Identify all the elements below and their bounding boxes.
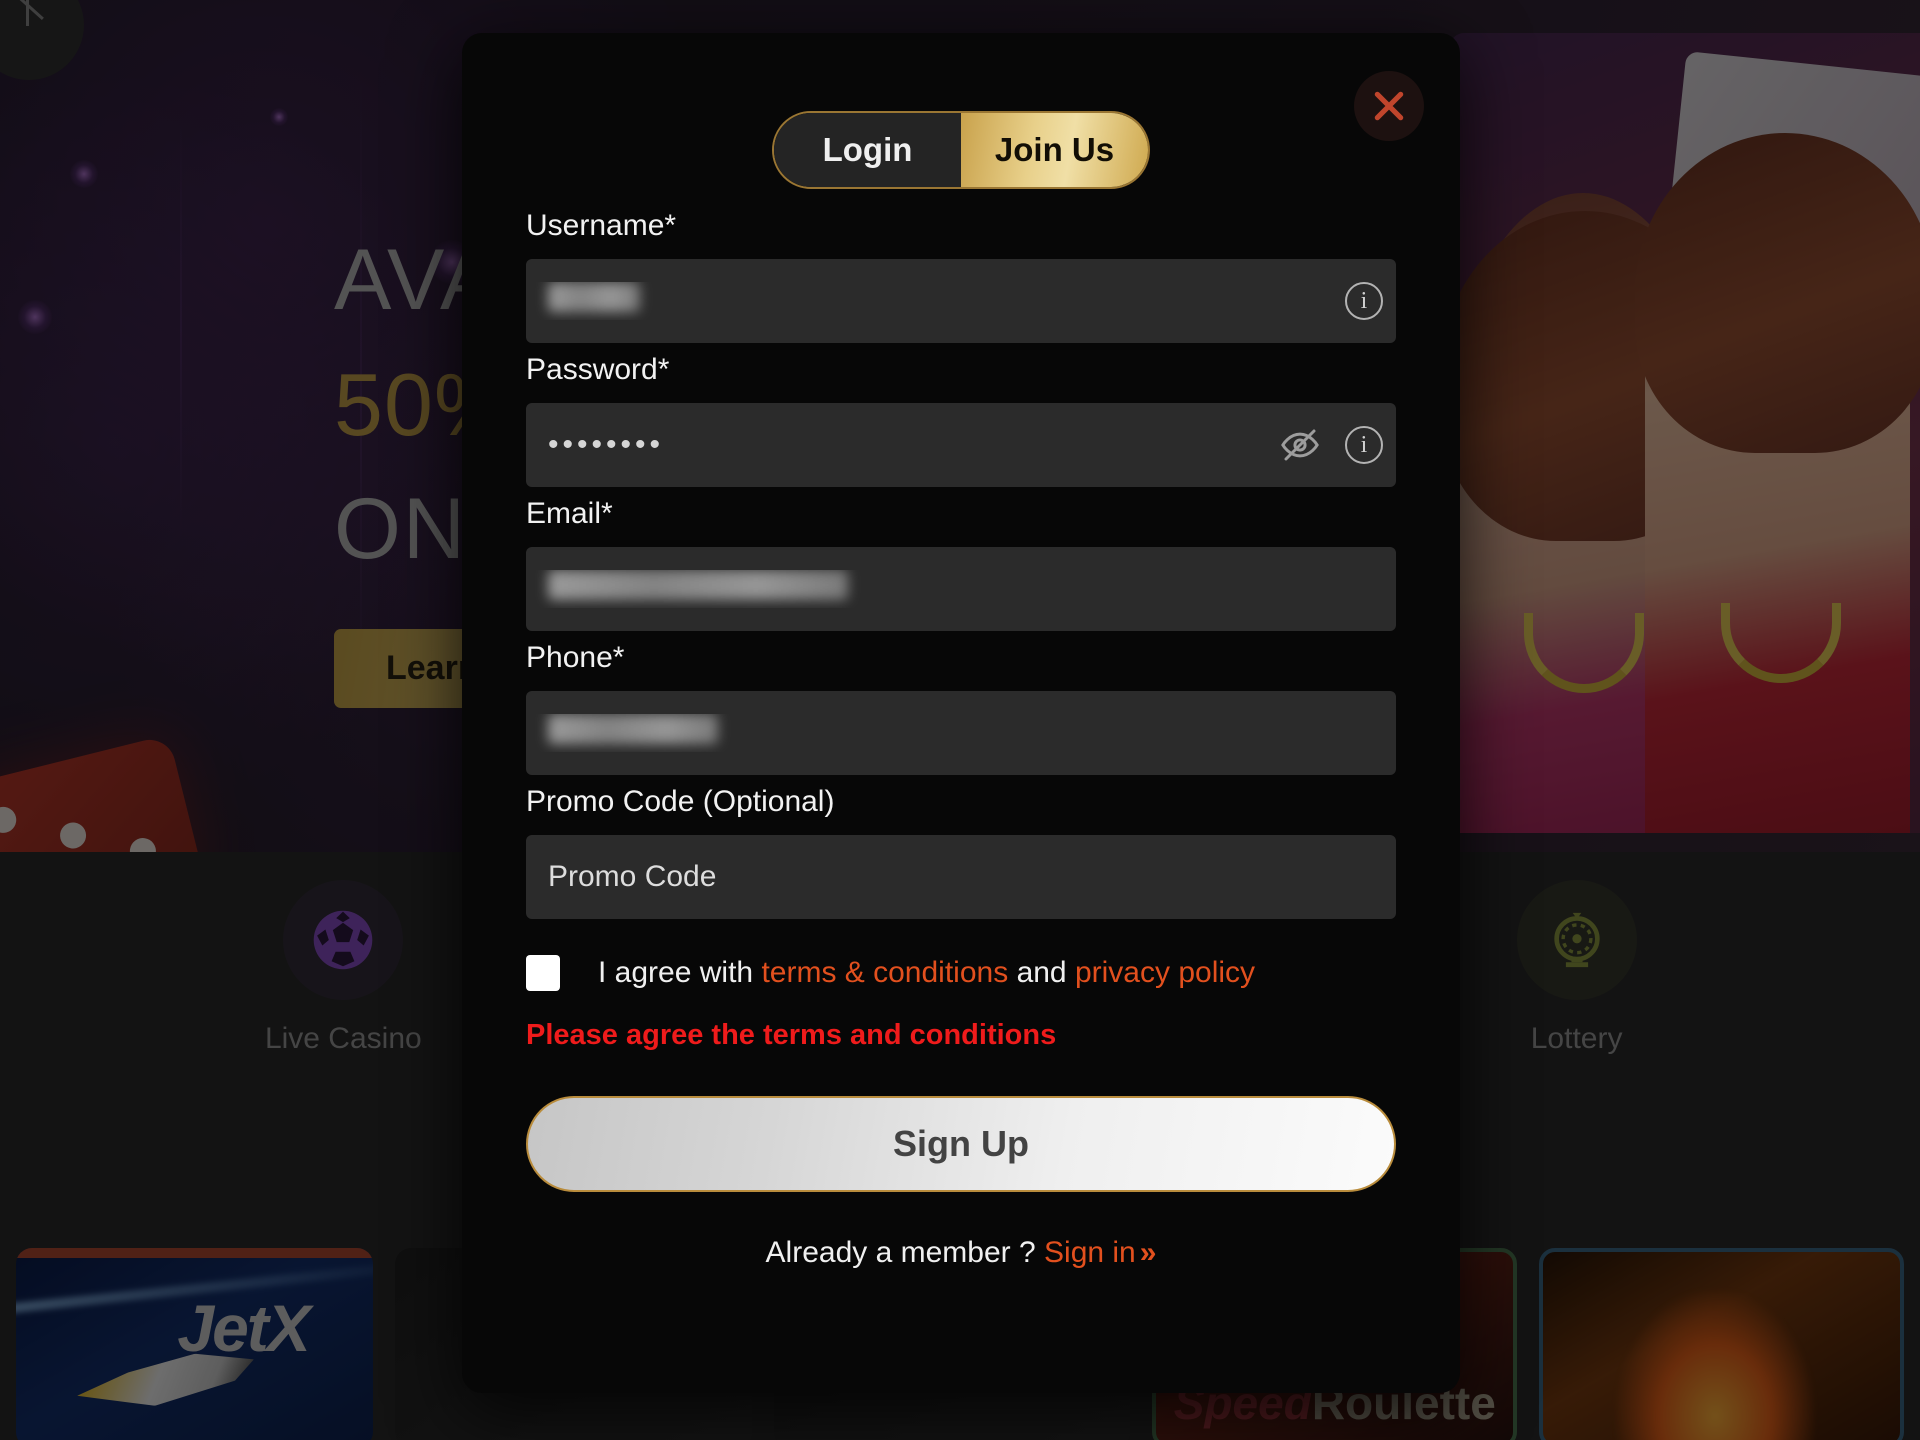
signup-form: Username* i Password* •••••••• i Email* … xyxy=(462,209,1460,1270)
field-password: Password* •••••••• i xyxy=(526,353,1396,487)
field-phone: Phone* xyxy=(526,641,1396,775)
field-promo-code: Promo Code (Optional) Promo Code xyxy=(526,785,1396,919)
phone-input[interactable] xyxy=(526,691,1396,775)
phone-label: Phone* xyxy=(526,641,625,674)
sign-in-link[interactable]: Sign in xyxy=(1044,1236,1136,1269)
password-masked-value: •••••••• xyxy=(548,428,665,461)
signup-modal: Login Join Us Username* i Password* ••••… xyxy=(462,33,1460,1393)
agree-conjunction: and xyxy=(1016,956,1067,989)
sign-up-button[interactable]: Sign Up xyxy=(526,1096,1396,1192)
username-label: Username* xyxy=(526,209,677,242)
username-info-icon[interactable]: i xyxy=(1332,259,1396,343)
email-input[interactable] xyxy=(526,547,1396,631)
already-member-prompt: Already a member ? xyxy=(765,1236,1036,1269)
terms-agreement-text: I agree with terms & conditions and priv… xyxy=(598,956,1255,990)
terms-error-message: Please agree the terms and conditions xyxy=(526,1019,1057,1051)
promo-code-input[interactable]: Promo Code xyxy=(526,835,1396,919)
close-icon[interactable] xyxy=(1354,71,1424,141)
promo-code-label: Promo Code (Optional) xyxy=(526,785,835,818)
privacy-policy-link[interactable]: privacy policy xyxy=(1075,956,1255,989)
tab-join-us[interactable]: Join Us xyxy=(961,113,1148,187)
username-input[interactable]: i xyxy=(526,259,1396,343)
field-username: Username* i xyxy=(526,209,1396,343)
terms-checkbox[interactable] xyxy=(526,955,560,991)
password-info-icon[interactable]: i xyxy=(1332,403,1396,487)
terms-conditions-link[interactable]: terms & conditions xyxy=(761,956,1008,989)
phone-redacted-value xyxy=(548,714,718,744)
field-email: Email* xyxy=(526,497,1396,631)
agree-prefix: I agree with xyxy=(598,956,754,989)
terms-agreement-row: I agree with terms & conditions and priv… xyxy=(526,955,1396,991)
email-redacted-value xyxy=(548,570,848,600)
auth-tabs: Login Join Us xyxy=(772,111,1150,189)
username-redacted-value xyxy=(548,282,640,312)
email-label: Email* xyxy=(526,497,613,530)
eye-off-icon[interactable] xyxy=(1268,403,1332,487)
chevron-right-icon[interactable]: » xyxy=(1140,1236,1157,1269)
password-label: Password* xyxy=(526,353,670,386)
tab-login[interactable]: Login xyxy=(774,113,961,187)
promo-code-placeholder: Promo Code xyxy=(548,860,717,893)
already-member-row: Already a member ? Sign in» xyxy=(526,1236,1396,1270)
password-input[interactable]: •••••••• i xyxy=(526,403,1396,487)
